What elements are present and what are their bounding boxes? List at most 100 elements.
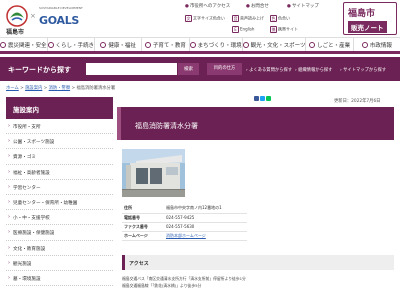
nav-item-childcare[interactable]: 子育て・教育 <box>142 38 190 51</box>
sidebar-heading: 施設案内 <box>6 97 113 119</box>
city-name: 福島市 <box>6 29 25 36</box>
sitemap-search-link[interactable]: › サイトマップから探す <box>340 67 386 73</box>
fire-station-photo <box>122 149 185 197</box>
category-icon <box>361 41 368 48</box>
nav-item-city[interactable]: 市政情報 <box>354 38 400 51</box>
sidebar-item-medical[interactable]: 医療施設・保健施設 <box>6 225 113 241</box>
city-logo-icon[interactable] <box>6 5 28 27</box>
breadcrumb-facilities[interactable]: 施設案内 <box>25 86 42 91</box>
access-heading: アクセス <box>122 255 394 270</box>
util-font-size[interactable]: 文文字サイズ色合い <box>185 15 225 22</box>
table-row: 電話番号 024-557-9425 <box>122 213 247 223</box>
top-link-access[interactable]: ●市役所へのアクセス <box>185 3 230 9</box>
sidebar-item-waste[interactable]: 資源・ゴミ <box>6 149 113 165</box>
link-label: 組織情報から探す <box>298 68 333 73</box>
breadcrumb: ホーム > 施設案内 > 消防・警察 > 福島消防署清水分署 <box>6 86 116 91</box>
homepage-link[interactable]: 消防本部ホームページ <box>166 233 206 238</box>
sidebar-list: 市役所・支所 公園・スポーツ施設 資源・ゴミ 福祉・高齢者施設 学習センター 児… <box>6 119 113 287</box>
sidebar-item-city-hall[interactable]: 市役所・支所 <box>6 119 113 135</box>
sidebar-item-schools[interactable]: 小・中・支援学校 <box>6 210 113 226</box>
nav-item-work[interactable]: しごと・産業 <box>306 38 354 51</box>
breadcrumb-current: 福島消防署清水分署 <box>76 86 116 91</box>
table-row: 住所 福島市中央字南ノ内12番地の1 <box>122 204 247 214</box>
brand-card[interactable]: 福島市 販売ノート <box>343 2 397 35</box>
nav-item-safety[interactable]: 震災関連・安全 <box>0 38 48 51</box>
nav-label: 観光・文化・スポーツ <box>250 42 306 49</box>
search-input[interactable] <box>86 63 177 75</box>
twitter-icon[interactable] <box>260 96 265 101</box>
brand-title: 福島市 <box>348 9 376 19</box>
link-label: サイトマップから探す <box>343 68 387 73</box>
util-mobile[interactable]: 携携帯サイト <box>270 26 298 33</box>
sdg-logo[interactable]: SUSTAINABLE DEVELOPMENT GOALS <box>39 7 89 29</box>
nav-item-town[interactable]: まちづくり・環境 <box>189 38 243 51</box>
fax-value: 024-557-5630 <box>164 222 247 232</box>
util-label: 携帯サイト <box>278 26 298 32</box>
table-row: ファクス番号 024-557-5630 <box>122 222 247 232</box>
info-label: 電話番号 <box>122 213 164 223</box>
address-value: 福島市中央字南ノ内12番地の1 <box>164 204 247 214</box>
line-icon[interactable] <box>266 96 271 101</box>
sdg-tagline: SUSTAINABLE DEVELOPMENT <box>39 6 83 10</box>
util-label: English <box>240 26 255 32</box>
site-header: 福島市 × SUSTAINABLE DEVELOPMENT GOALS ●市役所… <box>0 0 400 37</box>
util-label: 色合い <box>278 15 290 21</box>
nav-label: 市政情報 <box>369 42 392 49</box>
util-read-aloud[interactable]: 音音声読み上げ <box>232 15 264 22</box>
bullet-icon: ● <box>246 4 250 9</box>
page-title-box: 福島消防署清水分署 <box>117 107 394 140</box>
share-buttons <box>254 96 271 101</box>
category-icon <box>189 41 196 48</box>
mobile-icon: 携 <box>270 26 277 33</box>
sidebar-item-parks[interactable]: 公園・スポーツ施設 <box>6 134 113 150</box>
phone-value: 024-557-9425 <box>164 213 247 223</box>
table-row: ホームページ 消防本部ホームページ <box>122 231 247 241</box>
text-size-icon: 文 <box>185 15 192 22</box>
category-icon <box>144 41 151 48</box>
util-color[interactable]: 色色合い <box>270 15 290 22</box>
facebook-icon[interactable] <box>254 96 259 101</box>
top-link-sitemap[interactable]: ●サイトマップ <box>287 3 319 9</box>
top-link-contact[interactable]: ●お問合せ <box>246 3 269 9</box>
breadcrumb-fire-police[interactable]: 消防・警察 <box>49 86 70 91</box>
category-icon <box>100 41 107 48</box>
top-link-label: お問合せ <box>250 4 269 9</box>
facility-info-table: 住所 福島市中央字南ノ内12番地の1 電話番号 024-557-9425 ファク… <box>122 204 247 241</box>
page: { "header": { "city_name": "福島市", "sdg_s… <box>0 0 400 300</box>
page-title: 福島消防署清水分署 <box>135 122 198 130</box>
bullet-icon: ● <box>185 4 189 9</box>
sdg-multiply: × <box>30 12 36 20</box>
globe-icon: E <box>232 26 239 33</box>
faq-search-link[interactable]: › よくある質問から探す <box>246 67 292 73</box>
brand-subtitle: 販売ノート <box>348 21 387 33</box>
nav-item-health[interactable]: 健康・福祉 <box>95 38 143 51</box>
sidebar-item-environment[interactable]: 墓・環境施設 <box>6 271 113 287</box>
sidebar-item-tourism[interactable]: 観光施設 <box>6 256 113 271</box>
top-link-label: 市役所へのアクセス <box>189 4 231 9</box>
top-link-label: サイトマップ <box>291 4 319 9</box>
speaker-icon: 音 <box>232 15 239 22</box>
category-icon <box>0 41 6 48</box>
search-button[interactable]: 検索 <box>178 63 199 75</box>
nav-label: まちづくり・環境 <box>197 42 242 49</box>
util-label: 音声読み上げ <box>240 15 264 21</box>
search-help-link[interactable]: 目的の仕方 <box>207 63 242 75</box>
keyword-search-label: キーワードから探す <box>8 66 71 74</box>
sidebar-item-learning[interactable]: 学習センター <box>6 180 113 195</box>
sidebar-item-children[interactable]: 児童センター・保育所・幼稚園 <box>6 195 113 211</box>
org-search-link[interactable]: › 組織情報から探す <box>295 67 332 73</box>
nav-label: 健康・福祉 <box>108 42 136 49</box>
category-icon <box>309 41 316 48</box>
access-line-bus: 福島交通バス「南区交通清水支所方行「清水支所前」停留所より徒歩1分 <box>122 276 246 281</box>
nav-label: 子育て・教育 <box>152 42 186 49</box>
link-label: よくある質問から探す <box>249 68 293 73</box>
util-english[interactable]: E English <box>232 26 254 33</box>
category-icon <box>47 41 54 48</box>
sidebar-item-culture[interactable]: 文化・教育施設 <box>6 241 113 256</box>
search-band: キーワードから探す 検索 目的の仕方 › よくある質問から探す › 組織情報から… <box>0 57 400 81</box>
nav-item-living[interactable]: くらし・手続き <box>47 38 96 51</box>
nav-item-tourism[interactable]: 観光・文化・スポーツ <box>242 38 307 51</box>
nav-label: くらし・手続き <box>55 42 95 49</box>
breadcrumb-home[interactable]: ホーム <box>6 86 19 91</box>
sidebar-item-welfare[interactable]: 福祉・高齢者施設 <box>6 165 113 180</box>
